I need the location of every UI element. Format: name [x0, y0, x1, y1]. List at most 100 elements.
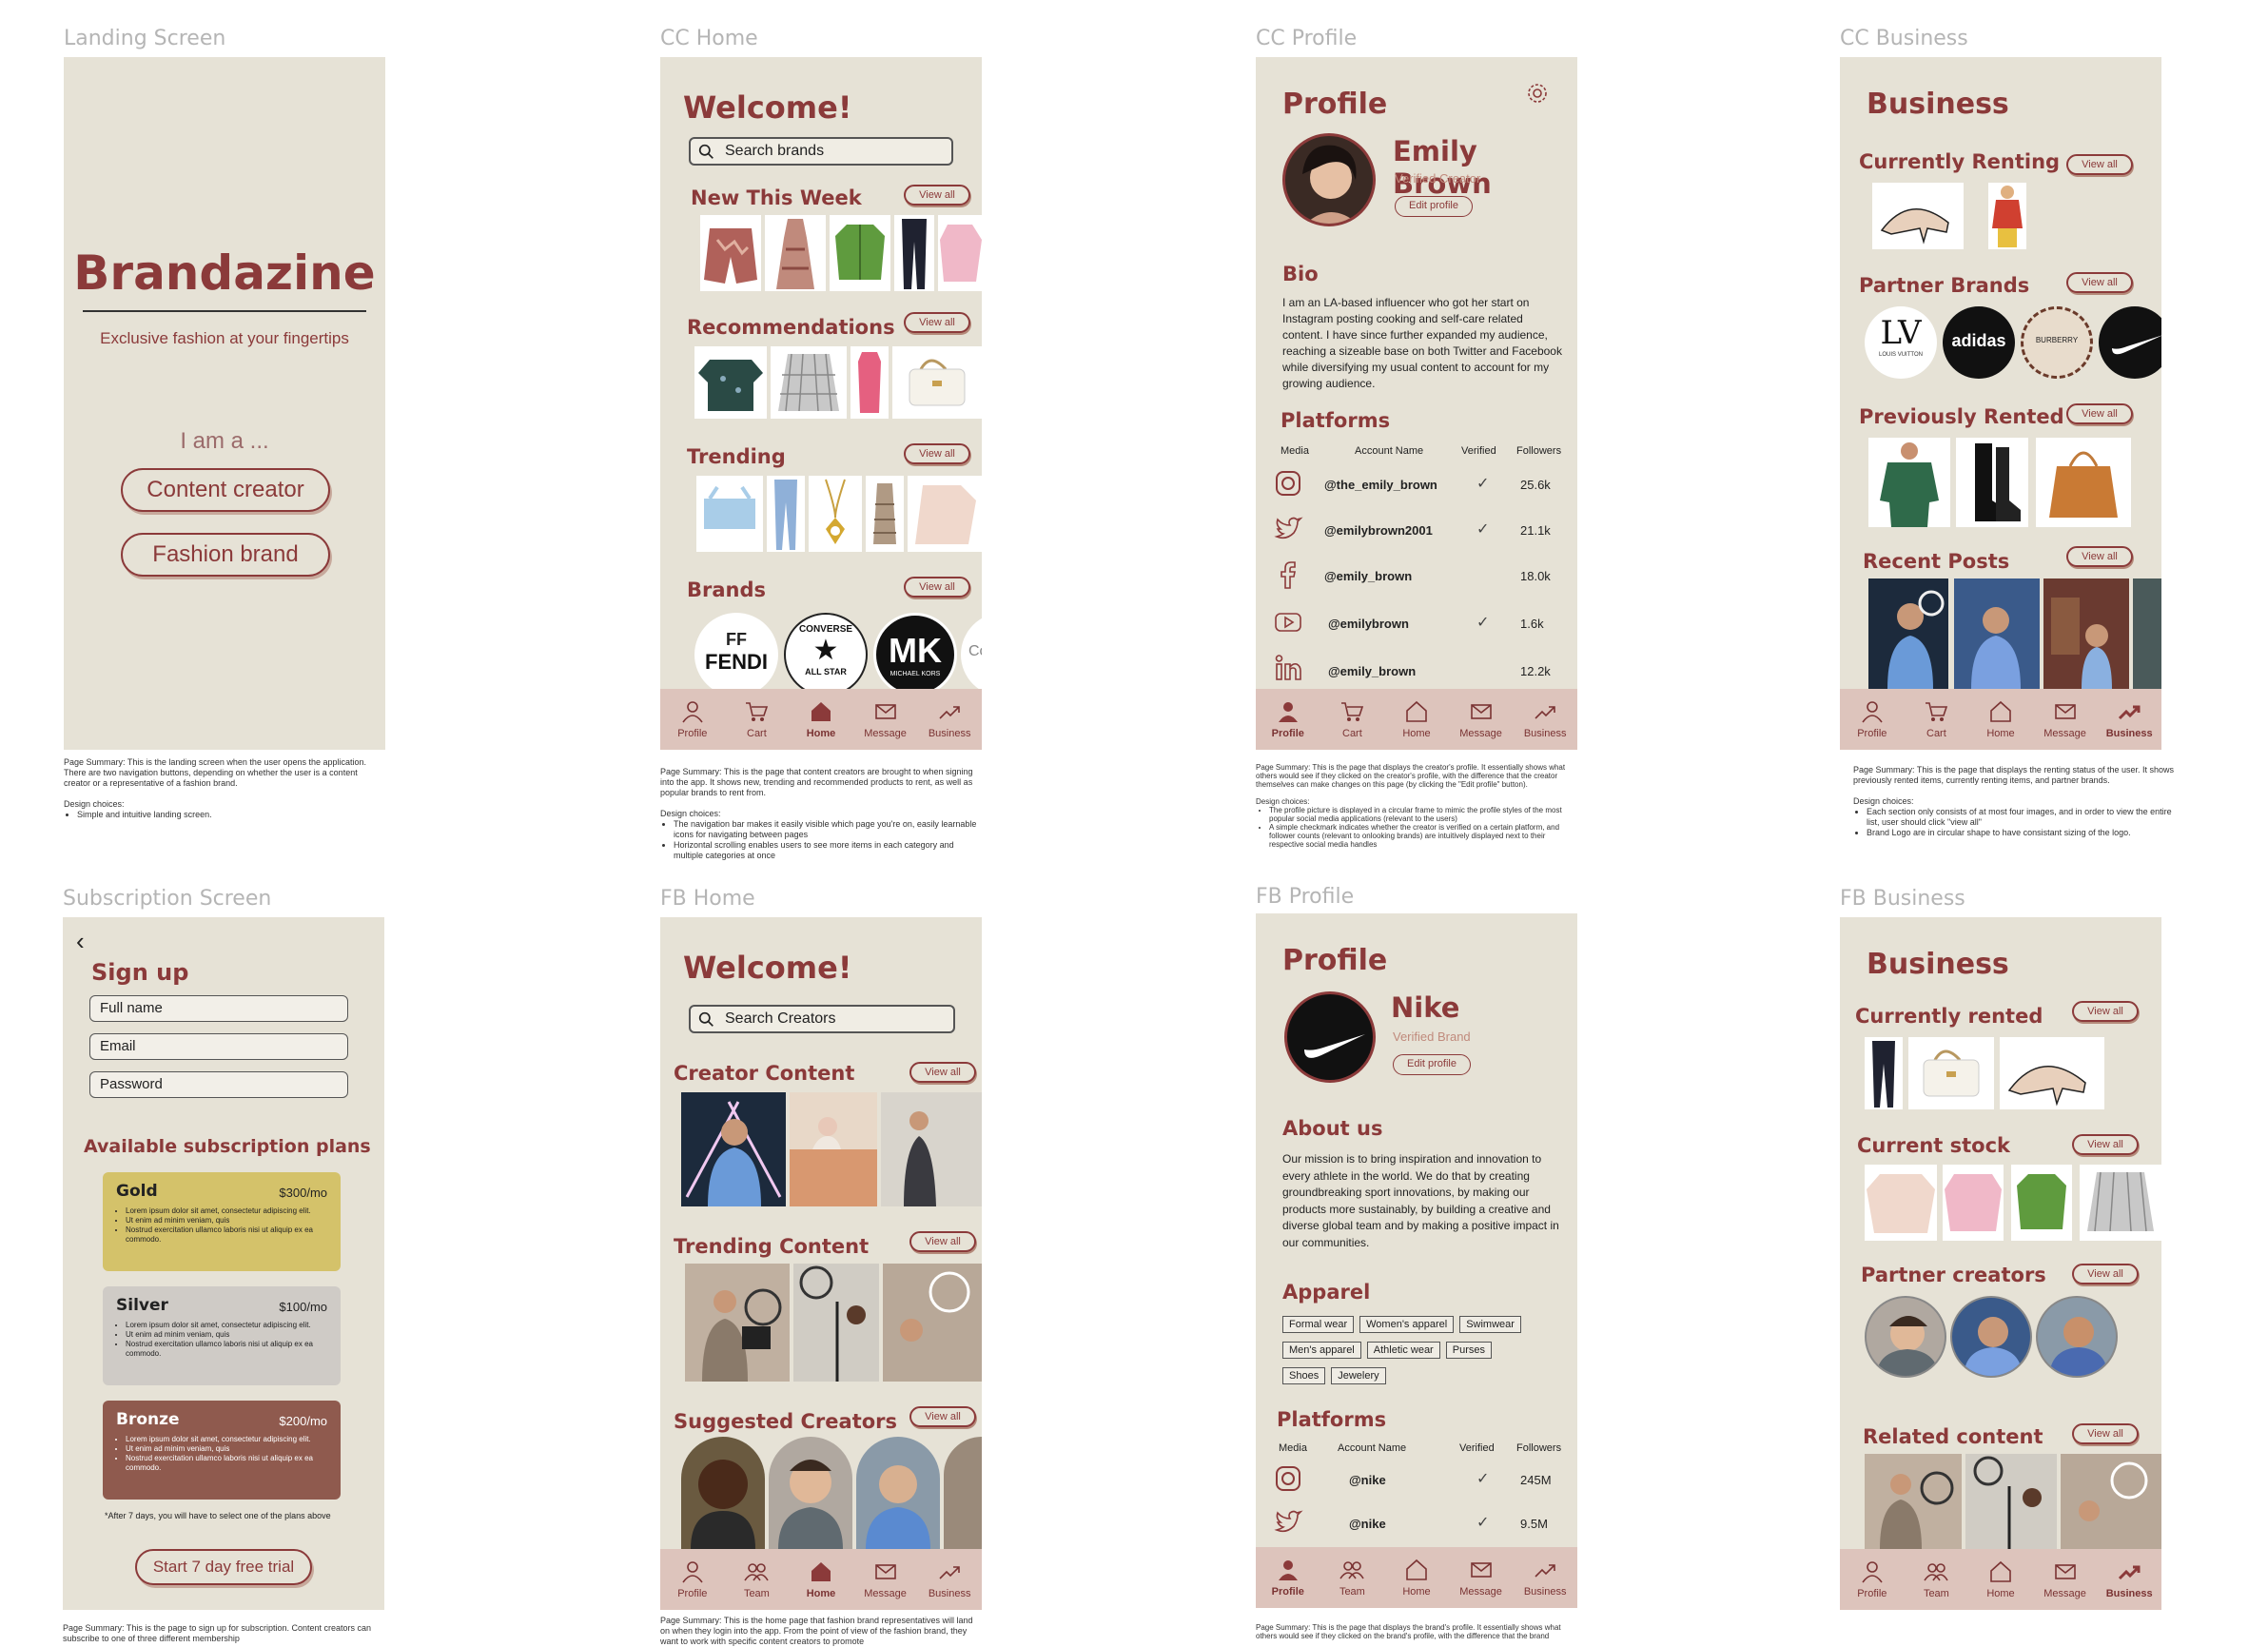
tab-cart[interactable]: Cart	[1906, 699, 1966, 739]
product-jacket[interactable]	[830, 215, 890, 291]
search-input[interactable]: Search Creators	[689, 1005, 955, 1033]
search-input[interactable]: Search brands	[689, 137, 953, 166]
product-jeans[interactable]	[767, 476, 805, 552]
tab-profile[interactable]: Profile	[1258, 1558, 1319, 1598]
tab-message[interactable]: Message	[1451, 1558, 1512, 1598]
tab-business[interactable]: Business	[2099, 1559, 2160, 1599]
brand-michael-kors[interactable]: MK MICHAEL KORS	[873, 613, 957, 696]
partner-creator[interactable]	[1865, 1296, 1946, 1378]
product-dress[interactable]	[765, 215, 826, 291]
item-outfit[interactable]	[1988, 183, 2026, 249]
view-all-button[interactable]: View all	[2066, 546, 2133, 567]
stock-item[interactable]	[1865, 1165, 1937, 1241]
view-all-button[interactable]: View all	[904, 312, 970, 333]
edit-profile-button[interactable]: Edit profile	[1395, 196, 1473, 217]
fashion-brand-button[interactable]: Fashion brand	[121, 533, 330, 577]
stock-item[interactable]	[2080, 1165, 2161, 1241]
partner-creator[interactable]	[2036, 1296, 2118, 1378]
view-all-button[interactable]: View all	[2066, 272, 2133, 293]
item-handbag[interactable]	[1908, 1037, 1994, 1109]
item-heels[interactable]	[2000, 1037, 2104, 1109]
tab-business[interactable]: Business	[2099, 699, 2160, 739]
tab-home[interactable]: Home	[791, 699, 851, 739]
item-boots[interactable]	[1956, 438, 2028, 527]
email-field[interactable]: Email	[89, 1033, 348, 1060]
tag[interactable]: Jewelery	[1331, 1367, 1386, 1384]
item-green-blouse[interactable]	[1868, 438, 1950, 527]
item-pants[interactable]	[1865, 1037, 1903, 1109]
tag[interactable]: Women's apparel	[1359, 1316, 1455, 1333]
view-all-button[interactable]: View all	[909, 1231, 976, 1252]
product-top[interactable]	[694, 346, 767, 419]
tag[interactable]: Men's apparel	[1282, 1342, 1361, 1359]
suggested-creator[interactable]	[681, 1437, 765, 1549]
content-creator-button[interactable]: Content creator	[121, 468, 330, 512]
tab-business[interactable]: Business	[919, 1559, 980, 1599]
suggested-creator[interactable]	[769, 1437, 852, 1549]
plan-bronze-card[interactable]: Bronze $200/mo Lorem ipsum dolor sit ame…	[103, 1401, 341, 1500]
tag[interactable]: Athletic wear	[1366, 1342, 1440, 1359]
partner-creator[interactable]	[1950, 1296, 2032, 1378]
item-heels[interactable]	[1872, 183, 1964, 249]
tab-home[interactable]: Home	[1386, 699, 1447, 739]
tag[interactable]: Swimwear	[1459, 1316, 1521, 1333]
tab-profile[interactable]: Profile	[1842, 699, 1903, 739]
product-sequin-dress[interactable]	[866, 476, 904, 552]
partner-burberry[interactable]: BURBERRY	[2021, 306, 2093, 379]
tag[interactable]: Formal wear	[1282, 1316, 1355, 1333]
tab-profile[interactable]: Profile	[1258, 699, 1319, 739]
trending-content-image[interactable]	[685, 1264, 790, 1382]
tab-cart[interactable]: Cart	[726, 699, 787, 739]
view-all-button[interactable]: View all	[2066, 154, 2133, 175]
suggested-creator[interactable]	[856, 1437, 940, 1549]
gear-icon[interactable]	[1526, 82, 1549, 105]
tab-business[interactable]: Business	[1515, 1558, 1575, 1598]
view-all-button[interactable]: View all	[2072, 1264, 2139, 1284]
view-all-button[interactable]: View all	[2072, 1134, 2139, 1155]
full-name-field[interactable]: Full name	[89, 995, 348, 1022]
tab-home[interactable]: Home	[791, 1559, 851, 1599]
partner-adidas[interactable]: adidas	[1943, 306, 2015, 379]
product-necklace[interactable]	[809, 476, 862, 552]
tab-profile[interactable]: Profile	[662, 1559, 723, 1599]
plan-gold-card[interactable]: Gold $300/mo Lorem ipsum dolor sit amet,…	[103, 1172, 341, 1271]
related-content-image[interactable]	[1865, 1454, 1962, 1549]
back-icon[interactable]: ‹	[76, 927, 85, 956]
tab-business[interactable]: Business	[1515, 699, 1575, 739]
view-all-button[interactable]: View all	[909, 1406, 976, 1427]
tab-profile[interactable]: Profile	[1842, 1559, 1903, 1599]
tab-team[interactable]: Team	[726, 1559, 787, 1599]
product-handbag[interactable]	[892, 346, 982, 419]
tab-message[interactable]: Message	[855, 699, 916, 739]
tab-home[interactable]: Home	[1970, 1559, 2031, 1599]
tag[interactable]: Purses	[1445, 1342, 1492, 1359]
tab-business[interactable]: Business	[919, 699, 980, 739]
product-pink-dress[interactable]	[850, 346, 889, 419]
product-sweater[interactable]	[938, 215, 982, 291]
item-tote-bag[interactable]	[2036, 438, 2131, 527]
trending-content-image[interactable]	[883, 1264, 982, 1382]
tab-message[interactable]: Message	[1451, 699, 1512, 739]
partner-nike[interactable]	[2099, 306, 2161, 379]
related-content-image[interactable]	[1965, 1454, 2057, 1549]
tab-message[interactable]: Message	[2035, 699, 2096, 739]
start-trial-button[interactable]: Start 7 day free trial	[135, 1549, 312, 1585]
stock-item[interactable]	[1943, 1165, 2004, 1241]
view-all-button[interactable]: View all	[904, 443, 970, 464]
tab-home[interactable]: Home	[1386, 1558, 1447, 1598]
tag[interactable]: Shoes	[1282, 1367, 1326, 1384]
post-image[interactable]	[2043, 578, 2129, 689]
brand-partial[interactable]: Co	[961, 613, 982, 696]
suggested-creator[interactable]	[944, 1437, 982, 1549]
brand-fendi[interactable]: FF FENDI	[694, 613, 778, 696]
view-all-button[interactable]: View all	[2072, 1001, 2139, 1022]
creator-content-image[interactable]	[881, 1092, 982, 1206]
view-all-button[interactable]: View all	[2072, 1423, 2139, 1444]
post-image[interactable]	[1954, 578, 2040, 689]
creator-content-image[interactable]	[681, 1092, 786, 1206]
tab-team[interactable]: Team	[1906, 1559, 1966, 1599]
creator-content-image[interactable]	[790, 1092, 877, 1206]
partner-louis-vuitton[interactable]: LV LOUIS VUITTON	[1865, 306, 1937, 379]
post-image[interactable]	[1868, 578, 1948, 689]
plan-silver-card[interactable]: Silver $100/mo Lorem ipsum dolor sit ame…	[103, 1286, 341, 1385]
